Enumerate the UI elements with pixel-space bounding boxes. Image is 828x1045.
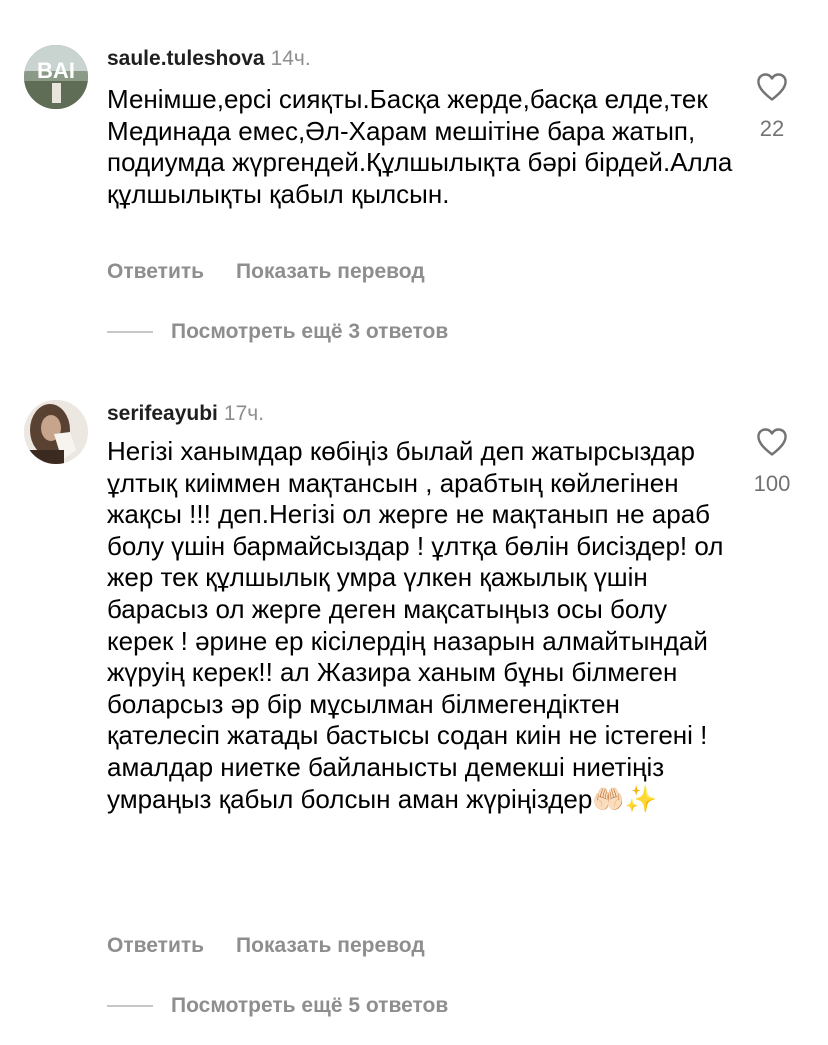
heart-outline-icon[interactable]	[756, 427, 788, 457]
translate-button[interactable]: Показать перевод	[236, 260, 425, 283]
like-count: 100	[753, 471, 791, 496]
reply-button[interactable]: Ответить	[107, 260, 204, 283]
comment-item: serifeayubi 17ч. Негізі ханымдар көбіңіз …	[0, 370, 828, 1045]
comment-item: BAI saule.tuleshova 14ч. Менімше,ерсі сия…	[0, 0, 828, 370]
view-replies-label: Посмотреть ещё 5 ответов	[171, 994, 449, 1017]
like-count: 22	[759, 116, 785, 141]
comment-actions: Ответить Показать перевод	[107, 260, 425, 284]
avatar-logo-text: BAI	[37, 58, 75, 83]
avatar[interactable]	[24, 400, 88, 464]
avatar[interactable]: BAI	[24, 45, 88, 109]
avatar-image	[24, 400, 88, 464]
view-replies-button[interactable]: Посмотреть ещё 5 ответов	[107, 994, 448, 1018]
heart-outline-icon[interactable]	[756, 72, 788, 102]
comment-time: 17ч.	[223, 402, 265, 425]
like-block: 100	[742, 427, 802, 497]
divider-line	[107, 331, 153, 333]
reply-button[interactable]: Ответить	[107, 934, 204, 957]
avatar-image: BAI	[24, 45, 88, 109]
comment-author[interactable]: saule.tuleshova 14ч.	[107, 47, 311, 71]
view-replies-label: Посмотреть ещё 3 ответов	[171, 320, 449, 343]
divider-line	[107, 1005, 153, 1007]
username[interactable]: serifeayubi	[107, 402, 218, 425]
comment-text: Менімше,ерсі сияқты.Басқа жерде,басқа ел…	[107, 84, 733, 209]
view-replies-button[interactable]: Посмотреть ещё 3 ответов	[107, 320, 448, 344]
comment-time: 14ч.	[270, 47, 311, 70]
comment-actions: Ответить Показать перевод	[107, 934, 425, 958]
like-block: 22	[742, 72, 802, 142]
username[interactable]: saule.tuleshova	[107, 47, 265, 70]
comment-author[interactable]: serifeayubi 17ч.	[107, 402, 264, 426]
comment-text: Негізі ханымдар көбіңіз былай деп жатырс…	[107, 436, 724, 814]
translate-button[interactable]: Показать перевод	[236, 934, 425, 957]
